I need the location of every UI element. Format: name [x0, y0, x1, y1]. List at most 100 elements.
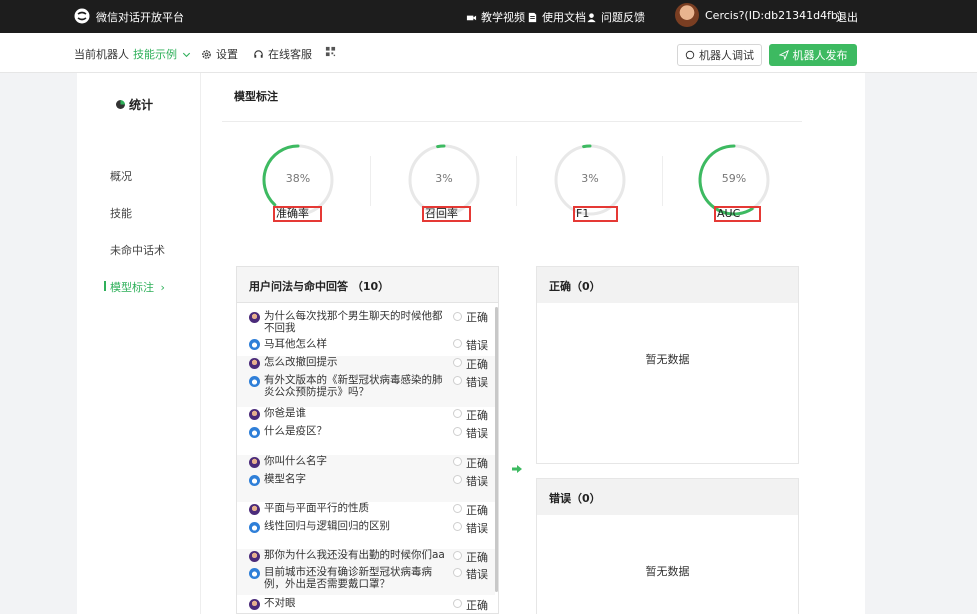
- wrong-tag: 错误: [466, 568, 488, 581]
- user-avatar[interactable]: [675, 3, 699, 27]
- online-service-link[interactable]: 在线客服: [253, 46, 312, 62]
- user-avatar-icon: [249, 551, 260, 562]
- chevron-right-icon: ›: [160, 281, 165, 294]
- gear-icon: [202, 49, 211, 59]
- gauge-f1-arc: [582, 144, 592, 149]
- send-icon: [778, 50, 789, 60]
- robot-avatar-icon: [249, 339, 260, 350]
- recall-label: 召回率: [422, 206, 471, 222]
- sidebar-item-overview[interactable]: 概况: [110, 168, 132, 184]
- empty-state-text: 暂无数据: [645, 353, 690, 366]
- user-name[interactable]: Cercis?(ID:db21341d4fb): [705, 9, 842, 22]
- sidebar-item-unmatched[interactable]: 未命中话术: [110, 242, 165, 258]
- radio-button[interactable]: [453, 568, 462, 577]
- question-text: 你爸是谁: [264, 407, 306, 419]
- list-item: 怎么改撤回提示 正确 有外文版本的《新型冠状病毒感染的肺炎公众预防提示》吗？ 错…: [237, 356, 495, 407]
- documentation-link[interactable]: 使用文档: [527, 9, 586, 25]
- pie-chart-icon: [116, 100, 125, 109]
- user-avatar-icon: [249, 409, 260, 420]
- f1-label: F1: [573, 206, 618, 222]
- radio-button[interactable]: [453, 339, 462, 348]
- robot-name: 技能示例: [133, 48, 177, 61]
- robot-avatar-icon: [249, 427, 260, 438]
- tutorial-video-label: 教学视频: [481, 11, 525, 24]
- tutorial-video-link[interactable]: 教学视频: [466, 9, 525, 25]
- answer-text: 目前城市还没有确诊新型冠状病毒病例，外出是否需要戴口罩？: [264, 566, 432, 590]
- radio-button[interactable]: [453, 409, 462, 418]
- correct-tag[interactable]: 正确: [466, 502, 488, 518]
- user-avatar-icon: [249, 312, 260, 323]
- logout-link[interactable]: 退出: [836, 9, 858, 25]
- list-item: 平面与平面平行的性质 正确 线性回归与逻辑回归的区别 错误: [237, 502, 495, 549]
- qr-code-icon: [325, 46, 336, 57]
- sidebar-title: 统计: [116, 96, 153, 113]
- gauge-recall-arc: [436, 144, 446, 149]
- radio-button[interactable]: [453, 599, 462, 608]
- robot-debug-label: 机器人调试: [699, 49, 754, 62]
- arrow-right-icon: [512, 465, 522, 473]
- radio-button[interactable]: [453, 504, 462, 513]
- headset-icon: [254, 49, 263, 58]
- correct-panel-title: 正确（0）: [549, 280, 601, 293]
- user-avatar-icon: [249, 457, 260, 468]
- robot-publish-button[interactable]: 机器人发布: [769, 44, 857, 66]
- sidebar-title-text: 统计: [129, 98, 154, 112]
- empty-state-text: 暂无数据: [645, 565, 690, 578]
- question-text: 为什么每次找那个男生聊天的时候他都不回我: [264, 310, 443, 334]
- sidebar-item-model-annotation[interactable]: 模型标注 ›: [104, 279, 165, 295]
- wrong-panel-header: 错误（0）: [537, 479, 798, 515]
- correct-tag[interactable]: 正确: [466, 455, 488, 471]
- document-icon: [528, 12, 537, 22]
- robot-debug-button[interactable]: 机器人调试: [677, 44, 762, 66]
- top-bar: 微信对话开放平台 教学视频 使用文档 问题反馈 Cercis?(ID:db213…: [0, 0, 977, 33]
- accuracy-value: 38%: [285, 172, 311, 185]
- correct-results-panel: 正确（0） 暂无数据: [536, 266, 799, 464]
- answer-text: 马耳他怎么样: [264, 338, 327, 350]
- correct-tag[interactable]: 正确: [466, 597, 488, 613]
- radio-button[interactable]: [453, 427, 462, 436]
- correct-tag[interactable]: 正确: [466, 549, 488, 565]
- divider: [662, 156, 663, 206]
- auc-value: 59%: [721, 172, 747, 185]
- radio-button[interactable]: [453, 551, 462, 560]
- wrong-tag: 错误: [466, 376, 488, 389]
- robot-header: 当前机器人 技能示例 设置 在线客服 机器人调试 机器人发布: [0, 33, 977, 73]
- online-service-label: 在线客服: [268, 48, 312, 61]
- question-text: 平面与平面平行的性质: [264, 502, 369, 514]
- feedback-link[interactable]: 问题反馈: [586, 9, 645, 25]
- settings-link[interactable]: 设置: [201, 46, 238, 62]
- radio-button[interactable]: [453, 358, 462, 367]
- accuracy-label: 准确率: [273, 206, 322, 222]
- answer-text: 模型名字: [264, 473, 306, 485]
- wrong-tag: 错误: [466, 522, 488, 535]
- user-avatar-icon: [249, 358, 260, 369]
- wrong-results-panel: 错误（0） 暂无数据: [536, 478, 799, 614]
- user-avatar-icon: [249, 504, 260, 515]
- divider: [222, 121, 802, 122]
- chevron-down-icon: [182, 52, 191, 57]
- correct-panel-header: 正确（0）: [537, 267, 798, 303]
- answer-text: 什么是疫区？: [264, 425, 327, 437]
- correct-tag[interactable]: 正确: [466, 407, 488, 423]
- list-item: 你爸是谁 正确 什么是疫区？ 错误: [237, 407, 495, 455]
- platform-name[interactable]: 微信对话开放平台: [96, 9, 184, 25]
- sidebar-item-skills[interactable]: 技能: [110, 205, 132, 221]
- radio-button[interactable]: [453, 475, 462, 484]
- platform-logo-icon[interactable]: [74, 8, 90, 24]
- sidebar-item-model-annotation-label: 模型标注: [110, 281, 154, 294]
- auc-label: AUC: [714, 206, 761, 222]
- scrollbar[interactable]: [495, 307, 498, 592]
- radio-button[interactable]: [453, 312, 462, 321]
- radio-button[interactable]: [453, 376, 462, 385]
- radio-button[interactable]: [453, 522, 462, 531]
- answer-text: 线性回归与逻辑回归的区别: [264, 520, 390, 532]
- question-text: 那你为什么我还没有出勤的时候你们aa: [264, 549, 445, 561]
- radio-button[interactable]: [453, 457, 462, 466]
- question-answer-panel: 用户问法与命中回答 （10） 为什么每次找那个男生聊天的时候他都不回我 正确 马…: [236, 266, 499, 614]
- divider: [370, 156, 371, 206]
- qr-code-button[interactable]: [325, 46, 336, 57]
- documentation-label: 使用文档: [542, 11, 586, 24]
- correct-tag[interactable]: 正确: [466, 309, 488, 325]
- correct-tag[interactable]: 正确: [466, 356, 488, 372]
- robot-selector[interactable]: 当前机器人 技能示例: [74, 46, 192, 62]
